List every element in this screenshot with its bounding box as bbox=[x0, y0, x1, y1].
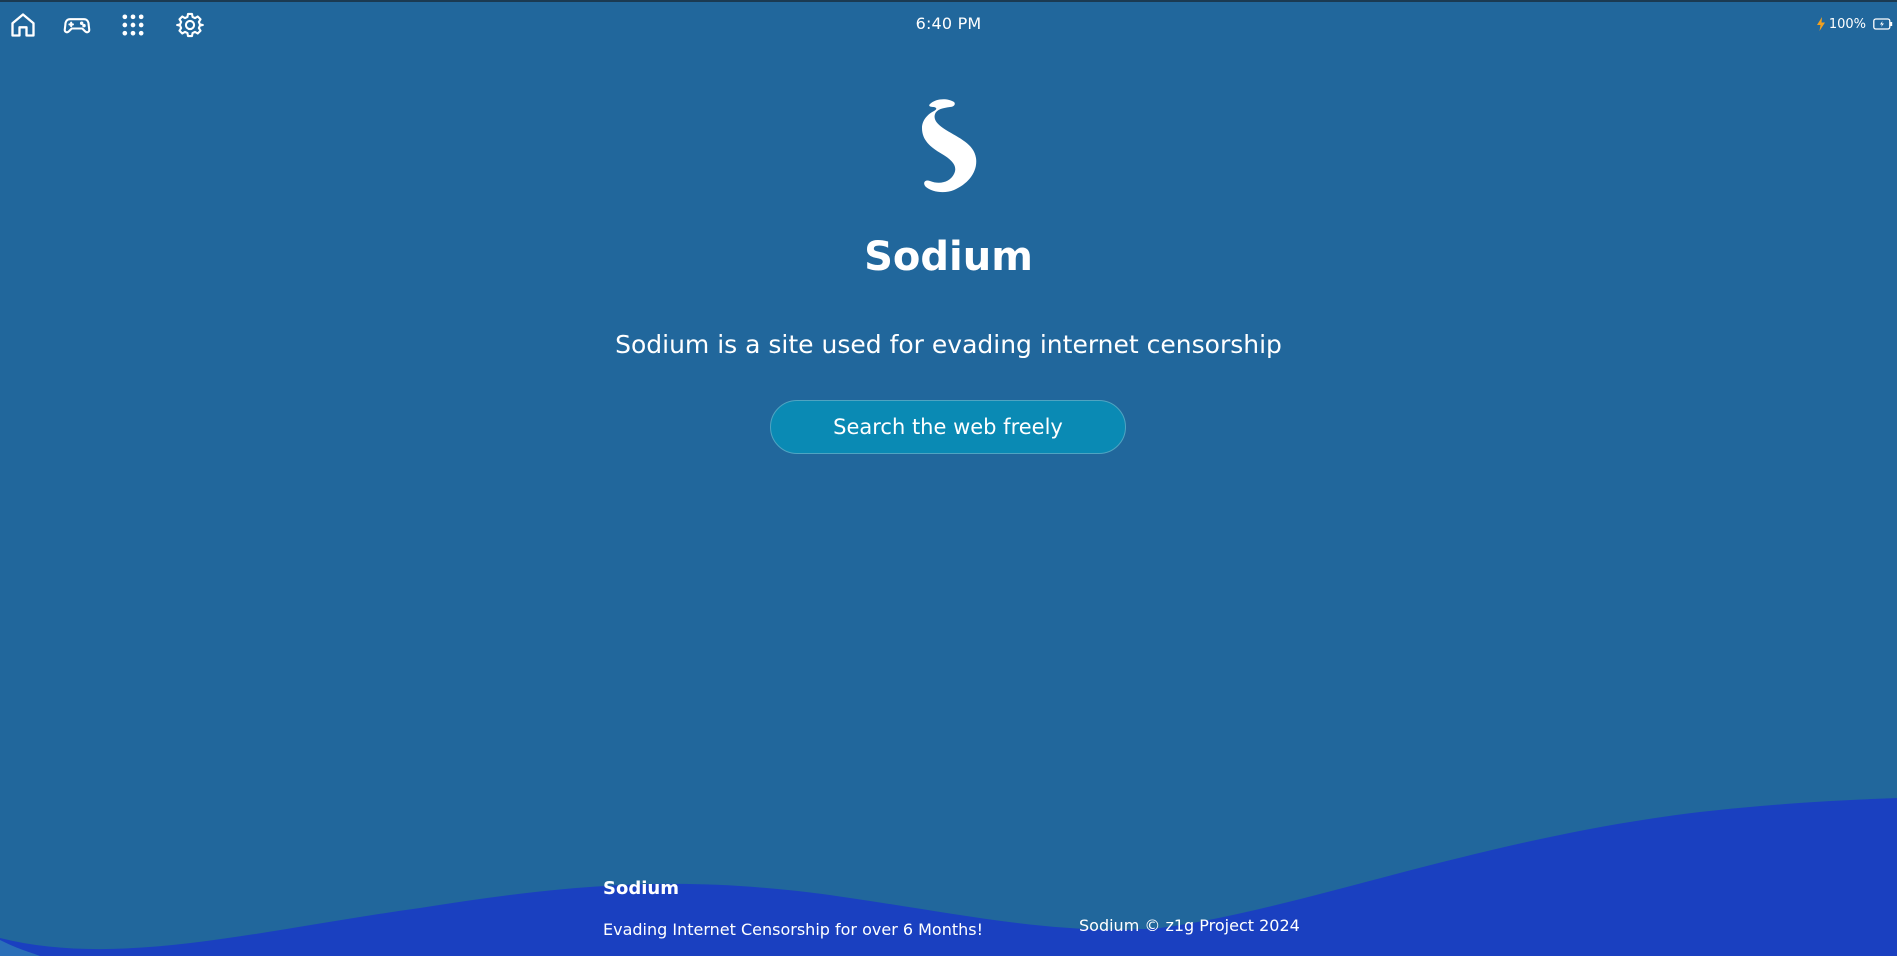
battery-percentage: 100% bbox=[1828, 16, 1866, 32]
home-icon[interactable] bbox=[8, 10, 38, 40]
page: 6:40 PM 100% Sodium Sodium is a site use… bbox=[0, 0, 1897, 956]
search-web-button[interactable]: Search the web freely bbox=[770, 400, 1126, 454]
sodium-s-logo bbox=[916, 98, 980, 194]
gamepad-icon[interactable] bbox=[62, 10, 92, 40]
page-subtitle: Sodium is a site used for evading intern… bbox=[615, 330, 1282, 359]
gear-icon[interactable] bbox=[175, 10, 205, 40]
footer-tagline: Evading Internet Censorship for over 6 M… bbox=[603, 920, 984, 939]
charging-bolt-icon bbox=[1816, 17, 1826, 31]
apps-grid-icon[interactable] bbox=[118, 10, 148, 40]
page-title: Sodium bbox=[864, 234, 1033, 280]
status-area: 100% bbox=[1816, 15, 1893, 33]
battery-icon bbox=[1869, 18, 1893, 30]
top-bar: 6:40 PM 100% bbox=[0, 2, 1897, 42]
footer-brand: Sodium bbox=[603, 878, 679, 899]
footer-copyright: Sodium © z1g Project 2024 bbox=[1079, 916, 1300, 935]
clock: 6:40 PM bbox=[915, 14, 982, 33]
